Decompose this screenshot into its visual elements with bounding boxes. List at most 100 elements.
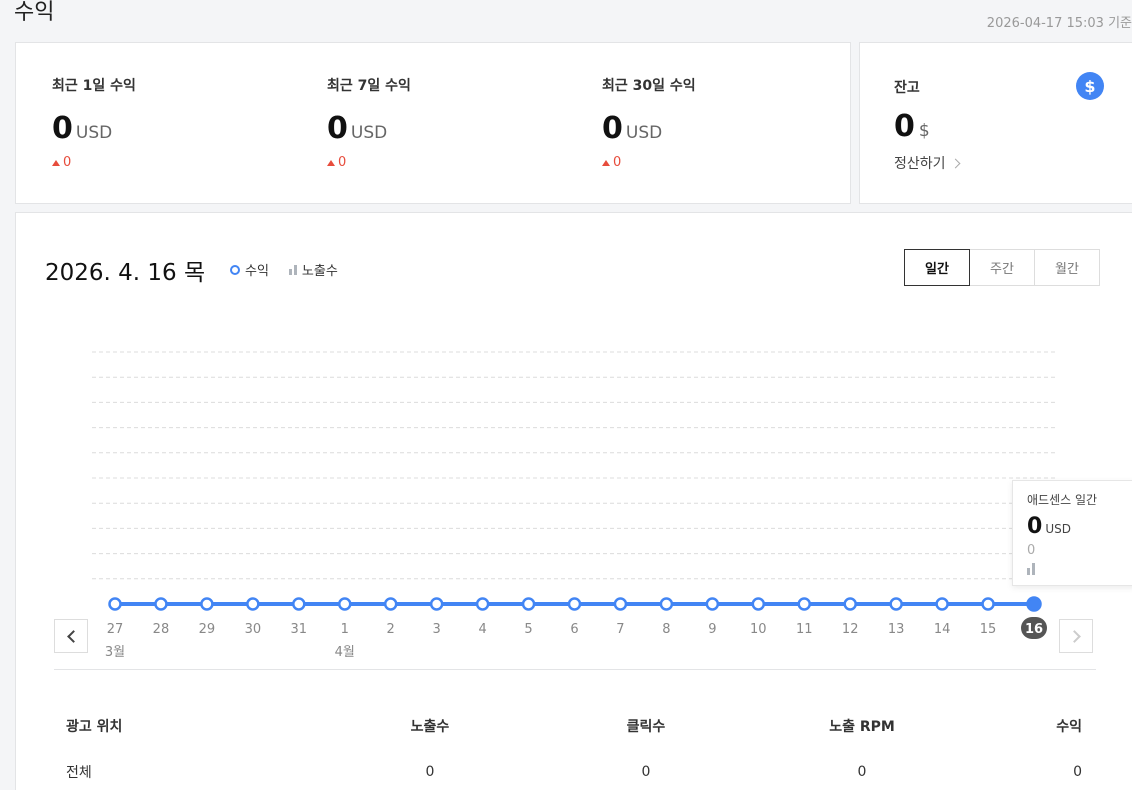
data-point	[567, 597, 582, 611]
x-tick-label: 10	[750, 622, 767, 637]
data-point	[154, 597, 168, 611]
x-tick-label: 30	[245, 622, 262, 637]
column-header: 노출 RPM	[829, 719, 895, 735]
metric-delta: 0	[52, 155, 136, 170]
data-point	[751, 597, 766, 611]
x-tick-label: 15	[980, 622, 997, 637]
settle-label: 정산하기	[894, 156, 946, 172]
settle-link[interactable]: 정산하기	[894, 153, 960, 173]
x-tick-label: 3	[433, 622, 441, 637]
column-header: 클릭수	[626, 719, 666, 735]
divider	[54, 669, 1096, 670]
table-row: 전체 0 0 0 0	[54, 749, 1094, 790]
data-point	[383, 597, 398, 611]
metric-delta: 0	[602, 155, 696, 170]
up-triangle-icon	[327, 159, 335, 166]
metric-label: 최근 1일 수익	[52, 78, 136, 94]
x-tick-label: 9	[708, 622, 716, 637]
tooltip-title: 애드센스 일간	[1027, 493, 1098, 507]
x-tick-label: 16	[1025, 622, 1043, 637]
x-tick-label: 4	[478, 622, 486, 637]
metric-30day: 최근 30일 수익 0 USD 0	[602, 75, 696, 170]
balance-label: 잔고	[894, 80, 920, 96]
metric-delta-value: 0	[338, 155, 347, 170]
data-point	[475, 597, 490, 611]
data-point	[521, 597, 536, 611]
chart-tooltip: 애드센스 일간 0 USD 0	[1012, 480, 1132, 586]
x-tick-label: 13	[888, 622, 905, 637]
metric-value: 0	[602, 111, 623, 146]
balance-unit: $	[918, 121, 930, 141]
x-tick-label: 27	[107, 622, 124, 637]
x-tick-label: 14	[934, 622, 951, 637]
x-tick-label: 29	[199, 622, 216, 637]
x-tick-label: 8	[662, 622, 670, 637]
up-triangle-icon	[52, 159, 60, 166]
table-cell: 0	[641, 764, 651, 780]
data-point	[338, 597, 352, 611]
tooltip-impressions: 0	[1027, 543, 1036, 558]
balance-value: 0	[894, 109, 915, 144]
data-point	[246, 597, 260, 611]
table-cell: 0	[1073, 764, 1082, 780]
data-point	[889, 597, 903, 611]
next-period-button[interactable]	[1059, 619, 1093, 653]
table-cell: 0	[857, 764, 867, 780]
data-point	[843, 597, 857, 611]
tooltip-unit: USD	[1045, 522, 1071, 536]
metric-unit: USD	[75, 123, 113, 143]
x-tick-label: 12	[842, 622, 859, 637]
data-point	[705, 597, 720, 611]
bar-chart-icon	[1027, 563, 1122, 575]
data-point	[292, 597, 306, 611]
x-tick-label: 31	[291, 622, 308, 637]
metric-delta-value: 0	[613, 155, 622, 170]
last-updated-timestamp: 2026-04-17 15:03 기준	[986, 16, 1132, 31]
metric-label: 최근 7일 수익	[327, 78, 411, 94]
x-tick-label: 7	[616, 622, 624, 637]
metric-value: 0	[52, 111, 73, 146]
data-point	[200, 597, 214, 611]
data-point	[981, 597, 995, 611]
table-cell: 0	[425, 764, 435, 780]
x-tick-label: 6	[570, 622, 578, 637]
x-tick-label: 1	[341, 622, 349, 637]
page-title: 수익	[14, 0, 55, 25]
metric-value: 0	[327, 111, 348, 146]
tooltip-value: 0	[1027, 514, 1043, 539]
metric-unit: USD	[350, 123, 388, 143]
x-tick-label: 28	[153, 622, 170, 637]
up-triangle-icon	[602, 159, 610, 166]
table-cell: 전체	[66, 765, 92, 781]
data-point	[659, 597, 674, 611]
data-point	[1026, 596, 1042, 612]
column-header: 수익	[1056, 719, 1082, 735]
x-tick-label: 5	[524, 622, 532, 637]
chevron-right-icon	[950, 158, 960, 168]
tab-daily[interactable]: 일간	[904, 249, 970, 286]
x-tick-label: 2	[387, 622, 395, 637]
metric-7day: 최근 7일 수익 0 USD 0	[327, 75, 411, 170]
dollar-icon: $	[1076, 72, 1104, 100]
metric-delta-value: 0	[63, 155, 72, 170]
chevron-right-icon	[1067, 629, 1081, 643]
month-label: 3월	[105, 645, 125, 660]
data-point	[429, 597, 444, 611]
column-header: 노출수	[410, 719, 450, 735]
metric-delta: 0	[327, 155, 411, 170]
column-header: 광고 위치	[66, 719, 123, 735]
data-point	[797, 597, 811, 611]
data-point	[935, 597, 949, 611]
chart-card: 2026. 4. 16 목 수익 노출수 일간 주간 월간 27 28 29 30 31…	[15, 212, 1132, 790]
revenue-summary-card: 최근 1일 수익 0 USD 0 최근 7일 수익 0 USD 0 최근 30일…	[15, 42, 851, 204]
prev-period-button[interactable]	[54, 619, 88, 653]
table-header-row: 광고 위치 노출수 클릭수 노출 RPM 수익	[54, 703, 1094, 749]
data-point	[613, 597, 628, 611]
chevron-left-icon	[66, 629, 80, 643]
balance-card: 잔고 $ 0 $ 정산하기	[859, 42, 1132, 204]
metric-1day: 최근 1일 수익 0 USD 0	[52, 75, 136, 170]
metric-unit: USD	[625, 123, 663, 143]
metric-label: 최근 30일 수익	[602, 78, 696, 94]
x-tick-label: 11	[796, 622, 813, 637]
ad-placement-table: 광고 위치 노출수 클릭수 노출 RPM 수익 전체 0 0 0 0	[54, 703, 1094, 790]
